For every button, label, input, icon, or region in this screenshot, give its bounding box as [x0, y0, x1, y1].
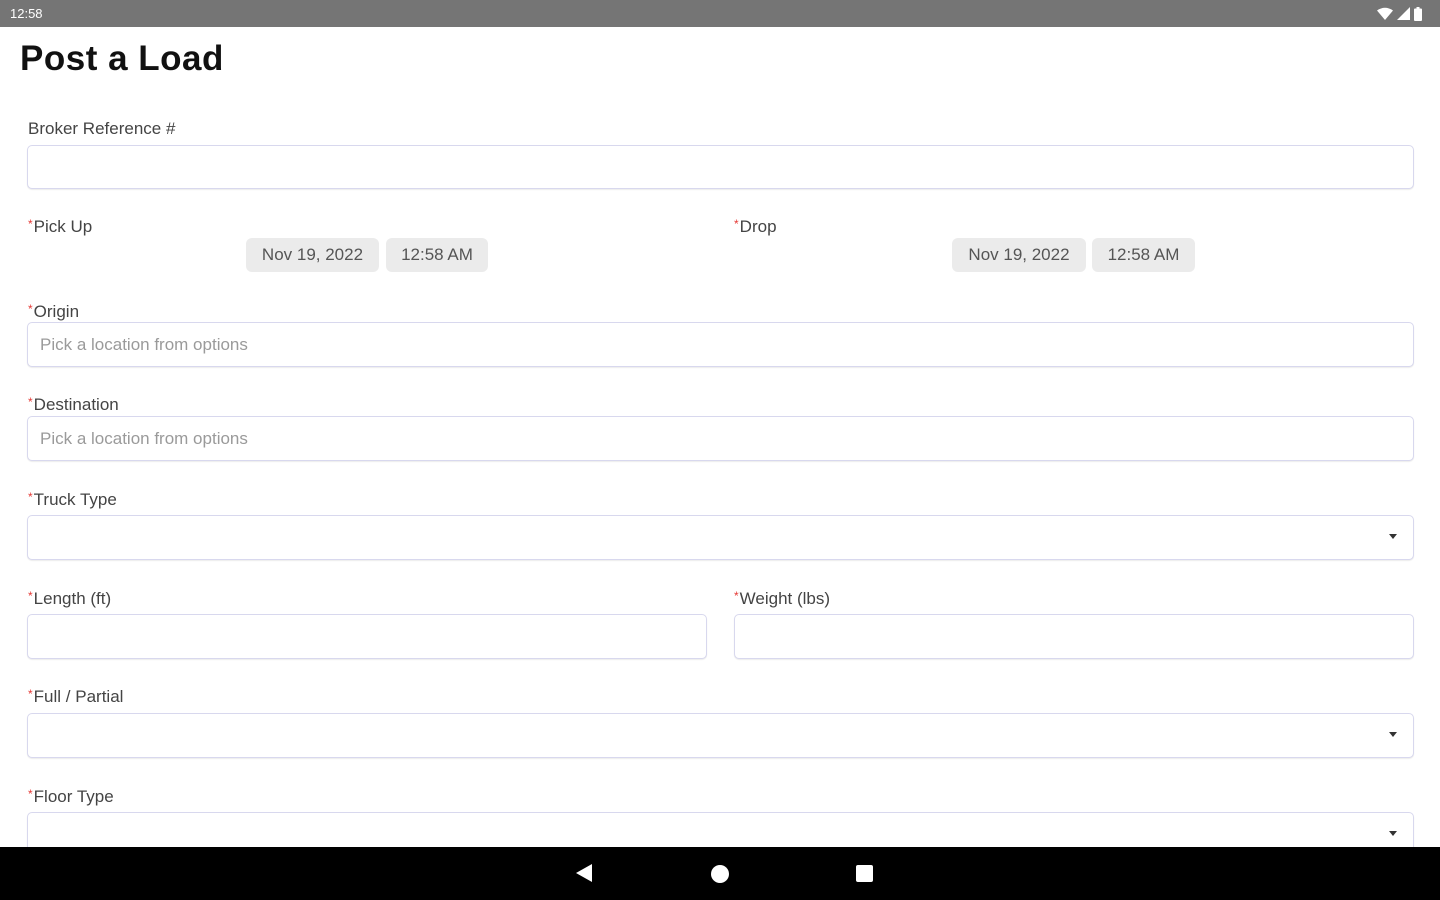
drop-label: *Drop	[734, 217, 777, 237]
drop-time-button[interactable]: 12:58 AM	[1092, 238, 1195, 272]
destination-required-marker: *	[28, 395, 33, 409]
destination-input[interactable]	[28, 417, 1413, 460]
status-time: 12:58	[10, 6, 43, 21]
destination-label: *Destination	[28, 395, 119, 415]
cellular-signal-icon	[1397, 7, 1410, 20]
drop-date-button[interactable]: Nov 19, 2022	[952, 238, 1086, 272]
full-partial-required-marker: *	[28, 687, 33, 701]
truck-type-label: *Truck Type	[28, 490, 117, 510]
pick-up-label: *Pick Up	[28, 217, 92, 237]
origin-field[interactable]	[27, 322, 1414, 367]
drop-required-marker: *	[734, 217, 739, 231]
length-field[interactable]	[27, 614, 707, 659]
back-button[interactable]	[560, 847, 610, 900]
length-label: *Length (ft)	[28, 589, 111, 609]
origin-required-marker: *	[28, 302, 33, 316]
destination-label-text: Destination	[33, 395, 119, 414]
full-partial-select[interactable]	[27, 713, 1414, 758]
home-button[interactable]	[695, 847, 745, 900]
truck-type-select[interactable]	[27, 515, 1414, 560]
chevron-down-icon	[1389, 534, 1397, 539]
broker-reference-field[interactable]	[27, 145, 1414, 189]
length-label-text: Length (ft)	[33, 589, 112, 608]
pick-up-label-text: Pick Up	[33, 217, 93, 236]
weight-field[interactable]	[734, 614, 1414, 659]
battery-icon	[1414, 6, 1422, 21]
recents-icon	[856, 865, 873, 882]
drop-label-text: Drop	[739, 217, 777, 236]
system-navigation-bar	[0, 847, 1440, 900]
status-icons	[1377, 6, 1422, 21]
chevron-down-icon	[1389, 732, 1397, 737]
pick-up-date-button[interactable]: Nov 19, 2022	[246, 238, 379, 272]
home-icon	[711, 865, 729, 883]
back-icon	[576, 864, 592, 882]
status-bar: 12:58	[0, 0, 1440, 27]
destination-field[interactable]	[27, 416, 1414, 461]
length-required-marker: *	[28, 589, 33, 603]
floor-type-label: *Floor Type	[28, 787, 114, 807]
chevron-down-icon	[1389, 831, 1397, 836]
page-title: Post a Load	[20, 39, 224, 78]
weight-required-marker: *	[734, 589, 739, 603]
recents-button[interactable]	[840, 847, 890, 900]
broker-reference-input[interactable]	[28, 146, 1413, 188]
origin-input[interactable]	[28, 323, 1413, 366]
full-partial-label: *Full / Partial	[28, 687, 123, 707]
post-load-screen: Post a Load Broker Reference # *Pick Up …	[0, 27, 1440, 847]
pick-up-required-marker: *	[28, 217, 33, 231]
broker-reference-label-text: Broker Reference #	[28, 119, 176, 138]
floor-type-required-marker: *	[28, 787, 33, 801]
weight-label-text: Weight (lbs)	[739, 589, 831, 608]
origin-label-text: Origin	[33, 302, 80, 321]
truck-type-label-text: Truck Type	[33, 490, 117, 509]
weight-label: *Weight (lbs)	[734, 589, 830, 609]
pick-up-time-button[interactable]: 12:58 AM	[386, 238, 488, 272]
origin-label: *Origin	[28, 302, 79, 322]
floor-type-label-text: Floor Type	[33, 787, 114, 806]
wifi-icon	[1377, 7, 1393, 20]
length-input[interactable]	[28, 615, 706, 658]
broker-reference-label: Broker Reference #	[28, 119, 175, 139]
floor-type-select[interactable]	[27, 812, 1414, 847]
full-partial-label-text: Full / Partial	[33, 687, 124, 706]
truck-type-required-marker: *	[28, 490, 33, 504]
weight-input[interactable]	[735, 615, 1413, 658]
